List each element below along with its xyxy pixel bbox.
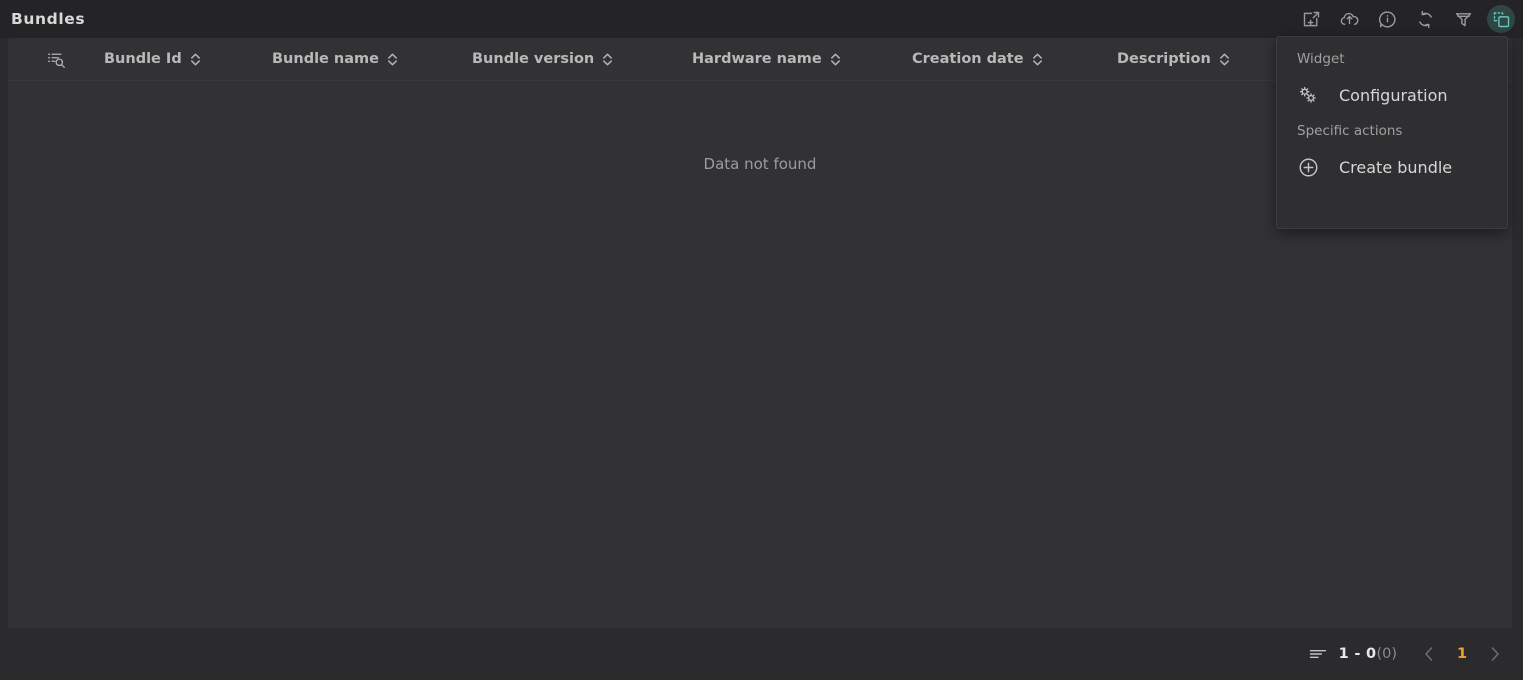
refresh-icon[interactable] bbox=[1411, 5, 1439, 33]
info-icon[interactable] bbox=[1373, 5, 1401, 33]
top-bar: Bundles bbox=[0, 0, 1523, 38]
widget-icon[interactable] bbox=[1487, 5, 1515, 33]
pagination: 1 - 0 (0) 1 bbox=[1308, 628, 1511, 680]
column-label: Description bbox=[1117, 50, 1211, 67]
column-header-bundle-id[interactable]: Bundle Id bbox=[104, 51, 272, 68]
cloud-upload-icon[interactable] bbox=[1335, 5, 1363, 33]
pagination-range: 1 - 0 bbox=[1338, 646, 1377, 662]
rows-icon[interactable] bbox=[1308, 644, 1328, 664]
page-number-1[interactable]: 1 bbox=[1445, 646, 1479, 662]
column-header-hardware-name[interactable]: Hardware name bbox=[692, 51, 912, 68]
column-label: Bundle name bbox=[272, 50, 379, 67]
prev-page-button[interactable] bbox=[1413, 638, 1445, 670]
column-header-creation-date[interactable]: Creation date bbox=[912, 51, 1117, 68]
sort-icon[interactable] bbox=[1031, 51, 1044, 68]
sort-icon[interactable] bbox=[601, 51, 614, 68]
sort-icon[interactable] bbox=[1218, 51, 1231, 68]
menu-section-specific-actions-label: Specific actions bbox=[1297, 123, 1403, 139]
plus-circle-icon bbox=[1297, 156, 1327, 179]
column-label: Hardware name bbox=[692, 50, 822, 67]
column-header-bundle-version[interactable]: Bundle version bbox=[472, 51, 692, 68]
sort-icon[interactable] bbox=[189, 51, 202, 68]
pagination-total: (0) bbox=[1376, 646, 1397, 662]
column-label: Bundle Id bbox=[104, 50, 182, 67]
column-label: Bundle version bbox=[472, 50, 595, 67]
menu-item-configuration[interactable]: Configuration bbox=[1277, 73, 1507, 117]
export-add-icon[interactable] bbox=[1297, 5, 1325, 33]
menu-item-label: Create bundle bbox=[1339, 157, 1453, 177]
footer: 1 - 0 (0) 1 bbox=[0, 628, 1523, 680]
next-page-button[interactable] bbox=[1479, 638, 1511, 670]
page-title: Bundles bbox=[11, 10, 86, 28]
menu-item-create-bundle[interactable]: Create bundle bbox=[1277, 145, 1507, 189]
filter-icon[interactable] bbox=[1449, 5, 1477, 33]
toolbar bbox=[1297, 0, 1515, 38]
column-label: Creation date bbox=[912, 50, 1024, 67]
list-search-icon[interactable] bbox=[8, 49, 104, 70]
sort-icon[interactable] bbox=[386, 51, 399, 68]
widget-dropdown-menu: Widget Configuration Specific actions Cr… bbox=[1276, 36, 1508, 229]
empty-state-text: Data not found bbox=[703, 155, 817, 173]
cogs-icon bbox=[1297, 84, 1327, 106]
sort-icon[interactable] bbox=[829, 51, 842, 68]
menu-item-label: Configuration bbox=[1339, 85, 1448, 105]
menu-section-widget-label: Widget bbox=[1297, 51, 1345, 67]
column-header-bundle-name[interactable]: Bundle name bbox=[272, 51, 472, 68]
